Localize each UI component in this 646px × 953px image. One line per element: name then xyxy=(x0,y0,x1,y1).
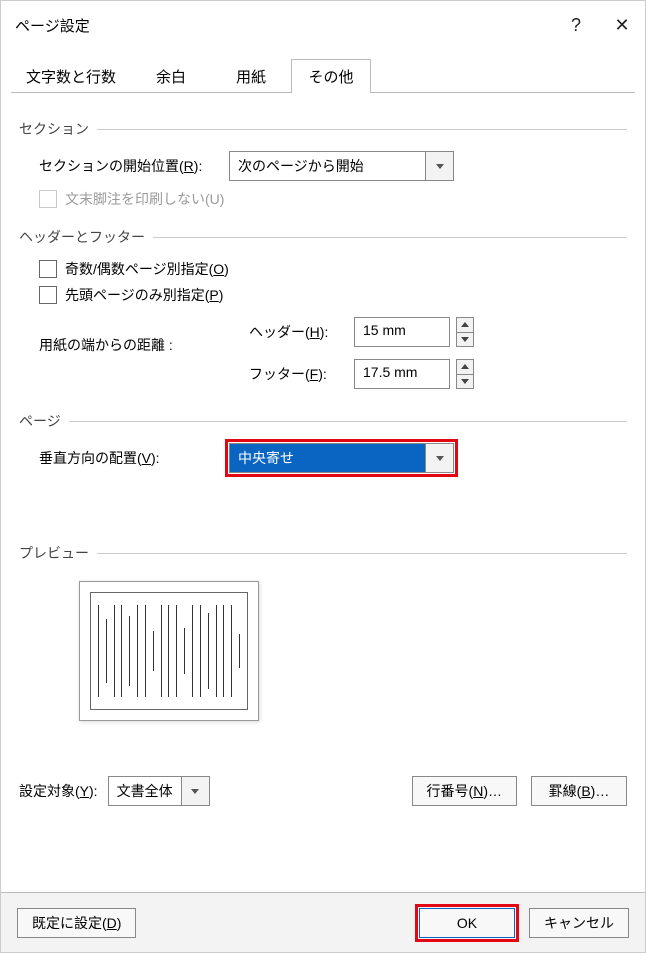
section-heading-label: セクション xyxy=(19,119,89,139)
accelerator-key: O xyxy=(213,261,224,277)
footer-distance-spin[interactable]: 17.5 mm xyxy=(354,359,474,389)
label-text: )… xyxy=(483,783,502,799)
group-heading-headerfooter: ヘッダーとフッター xyxy=(19,227,627,247)
chevron-down-icon[interactable] xyxy=(425,152,453,180)
odd-even-checkbox[interactable] xyxy=(39,260,57,278)
label-text: 設定対象( xyxy=(19,783,80,799)
label-text: ヘッダー( xyxy=(249,324,310,340)
dialog-title: ページ設定 xyxy=(15,15,553,36)
chevron-down-icon[interactable] xyxy=(425,444,453,472)
valign-value: 中央寄せ xyxy=(230,444,425,472)
first-page-checkbox[interactable] xyxy=(39,286,57,304)
accelerator-key: R xyxy=(184,158,194,174)
divider xyxy=(97,553,627,554)
titlebar: ページ設定 ? ✕ xyxy=(1,1,645,49)
label-text: ) xyxy=(117,915,122,931)
spin-up-icon[interactable] xyxy=(456,317,474,333)
group-heading-page: ページ xyxy=(19,411,627,431)
label-text: )… xyxy=(591,783,610,799)
apply-to-combo[interactable]: 文書全体 xyxy=(108,776,210,806)
valign-combo[interactable]: 中央寄せ xyxy=(229,443,454,473)
header-distance-label: ヘッダー(H): xyxy=(249,322,354,342)
section-start-value: 次のページから開始 xyxy=(230,152,425,180)
tab-margins[interactable]: 余白 xyxy=(131,59,211,93)
tab-panel-other: セクション セクションの開始位置(R): 次のページから開始 文末脚注を印刷しな… xyxy=(1,93,645,892)
accelerator-key: B xyxy=(581,783,590,799)
page-setup-dialog: ページ設定 ? ✕ 文字数と行数 余白 用紙 その他 セクション セクションの開… xyxy=(0,0,646,953)
suppress-endnotes-row: 文末脚注を印刷しない(U) xyxy=(39,189,627,209)
footer-distance-row: フッター(F): 17.5 mm xyxy=(249,359,474,389)
dialog-footer: 既定に設定(D) OK キャンセル xyxy=(1,892,645,952)
page-heading-label: ページ xyxy=(19,411,61,431)
section-start-row: セクションの開始位置(R): 次のページから開始 xyxy=(39,151,627,181)
label-text: 行番号( xyxy=(427,781,474,801)
line-numbers-button[interactable]: 行番号(N)… xyxy=(412,776,517,806)
label-text: 罫線( xyxy=(549,781,582,801)
spin-down-icon[interactable] xyxy=(456,375,474,390)
accelerator-key: N xyxy=(473,783,483,799)
suppress-endnotes-checkbox xyxy=(39,190,57,208)
footer-distance-value[interactable]: 17.5 mm xyxy=(354,359,450,389)
spin-up-icon[interactable] xyxy=(456,359,474,375)
section-start-label: セクションの開始位置(R): xyxy=(39,156,229,176)
accelerator-key: V xyxy=(142,450,151,466)
label-text: 奇数/偶数ページ別指定( xyxy=(65,261,213,277)
first-page-label: 先頭ページのみ別指定(P) xyxy=(65,285,223,305)
divider xyxy=(153,237,627,238)
accelerator-key: D xyxy=(107,915,117,931)
group-heading-section: セクション xyxy=(19,119,627,139)
label-text: 既定に設定( xyxy=(32,913,107,933)
label-text: セクションの開始位置( xyxy=(39,158,184,174)
header-distance-spin[interactable]: 15 mm xyxy=(354,317,474,347)
group-heading-preview: プレビュー xyxy=(19,543,627,563)
set-default-button[interactable]: 既定に設定(D) xyxy=(17,908,136,938)
valign-label: 垂直方向の配置(V): xyxy=(39,448,229,468)
apply-row: 設定対象(Y): 文書全体 行番号(N)… 罫線(B)… xyxy=(19,776,627,806)
help-button[interactable]: ? xyxy=(553,1,599,49)
header-footer-distance-block: 用紙の端からの距離 : ヘッダー(H): 15 mm xyxy=(39,317,627,401)
label-text: ): xyxy=(151,450,160,466)
label-text: フッター( xyxy=(249,366,310,382)
divider xyxy=(69,421,627,422)
odd-even-row: 奇数/偶数ページ別指定(O) xyxy=(39,259,627,279)
label-text: ): xyxy=(89,783,98,799)
label-text: ): xyxy=(320,324,329,340)
accelerator-key: F xyxy=(310,366,319,382)
odd-even-label: 奇数/偶数ページ別指定(O) xyxy=(65,259,229,279)
apply-to-label: 設定対象(Y): xyxy=(19,781,98,801)
distance-label: 用紙の端からの距離 : xyxy=(39,317,249,355)
label-text: ) xyxy=(224,261,229,277)
tab-strip: 文字数と行数 余白 用紙 その他 xyxy=(11,59,635,93)
divider xyxy=(97,129,627,130)
borders-button[interactable]: 罫線(B)… xyxy=(531,776,627,806)
section-start-combo[interactable]: 次のページから開始 xyxy=(229,151,454,181)
suppress-endnotes-label: 文末脚注を印刷しない(U) xyxy=(65,189,224,209)
label-text: ): xyxy=(194,158,203,174)
label-text: ): xyxy=(318,366,327,382)
label-text: 垂直方向の配置( xyxy=(39,450,142,466)
accelerator-key: Y xyxy=(80,783,89,799)
valign-row: 垂直方向の配置(V): 中央寄せ xyxy=(39,443,627,473)
tab-chars-lines[interactable]: 文字数と行数 xyxy=(11,59,131,93)
close-button[interactable]: ✕ xyxy=(599,1,645,49)
headerfooter-heading-label: ヘッダーとフッター xyxy=(19,227,145,247)
preview-box xyxy=(79,581,259,721)
apply-to-value: 文書全体 xyxy=(109,777,181,805)
chevron-down-icon[interactable] xyxy=(181,777,209,805)
cancel-button[interactable]: キャンセル xyxy=(529,908,629,938)
preview-heading-label: プレビュー xyxy=(19,543,89,563)
header-distance-row: ヘッダー(H): 15 mm xyxy=(249,317,474,347)
tab-other[interactable]: その他 xyxy=(291,59,371,93)
spin-down-icon[interactable] xyxy=(456,333,474,348)
label-text: 先頭ページのみ別指定( xyxy=(65,287,209,303)
preview-page xyxy=(90,592,248,710)
accelerator-key: H xyxy=(310,324,320,340)
footer-distance-label: フッター(F): xyxy=(249,364,354,384)
header-distance-value[interactable]: 15 mm xyxy=(354,317,450,347)
ok-button[interactable]: OK xyxy=(419,908,515,938)
accelerator-key: P xyxy=(209,287,218,303)
label-text: ) xyxy=(219,287,224,303)
first-page-row: 先頭ページのみ別指定(P) xyxy=(39,285,627,305)
tab-paper[interactable]: 用紙 xyxy=(211,59,291,93)
